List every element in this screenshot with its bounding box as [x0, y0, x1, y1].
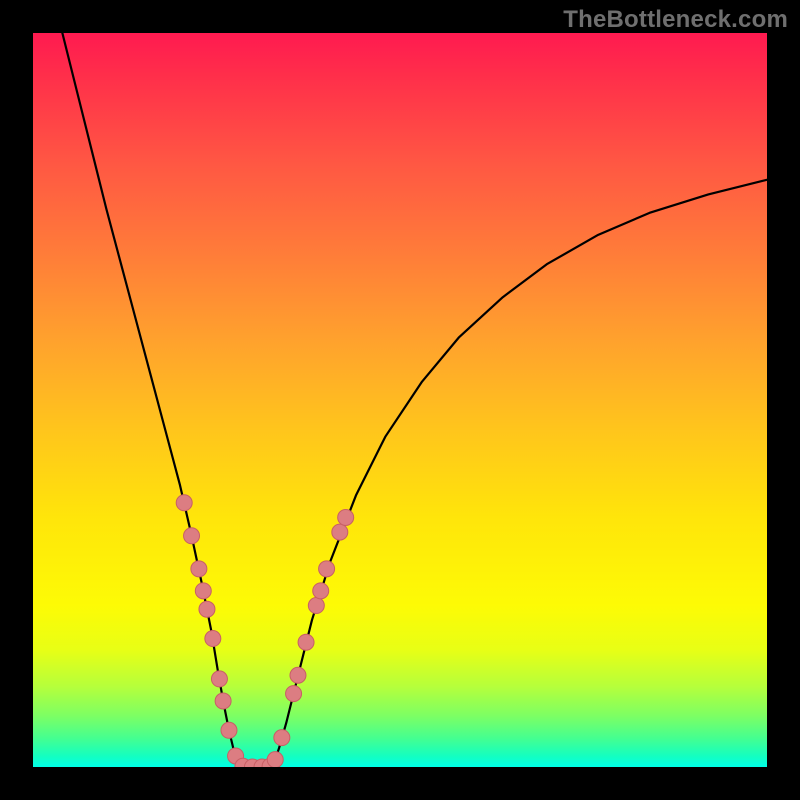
data-marker	[191, 561, 207, 577]
data-marker	[195, 583, 211, 599]
data-marker	[290, 667, 306, 683]
data-marker	[199, 601, 215, 617]
watermark: TheBottleneck.com	[563, 6, 788, 34]
data-marker	[176, 495, 192, 511]
data-marker	[338, 509, 354, 525]
curve-path	[62, 33, 767, 767]
data-marker	[286, 686, 302, 702]
chart-frame: TheBottleneck.com	[0, 0, 800, 800]
data-marker	[267, 752, 283, 767]
data-marker	[319, 561, 335, 577]
data-marker	[205, 631, 221, 647]
data-marker	[221, 722, 237, 738]
data-marker	[211, 671, 227, 687]
plot-area	[33, 33, 767, 767]
data-marker	[313, 583, 329, 599]
data-marker	[308, 598, 324, 614]
data-markers	[176, 495, 353, 767]
bottleneck-curve	[33, 33, 767, 767]
data-marker	[215, 693, 231, 709]
data-marker	[184, 528, 200, 544]
data-marker	[274, 730, 290, 746]
data-marker	[298, 634, 314, 650]
data-marker	[332, 524, 348, 540]
